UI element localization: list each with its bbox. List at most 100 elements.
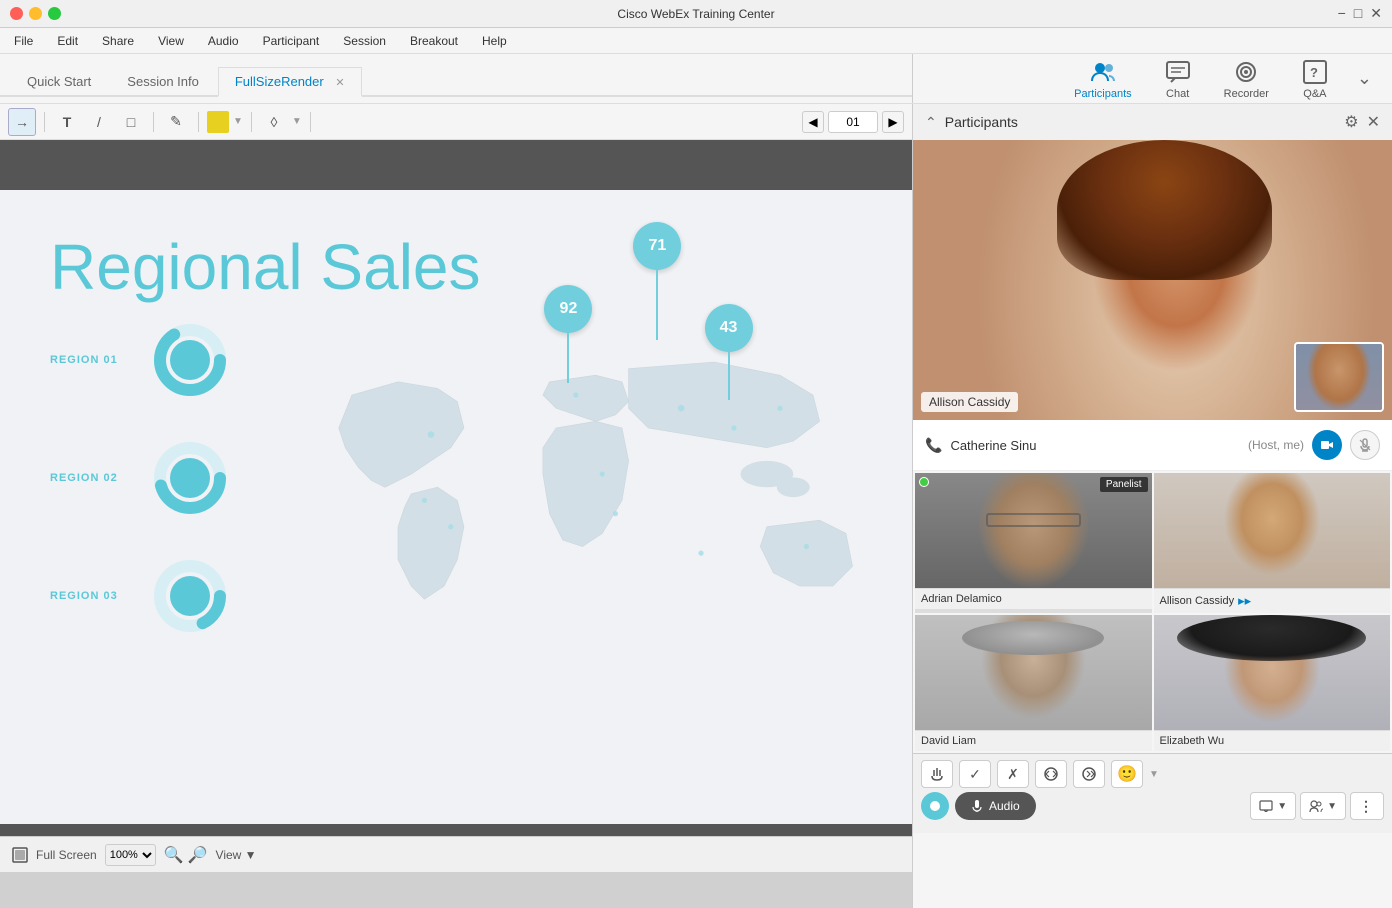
slow-down-button[interactable] (1035, 760, 1067, 788)
host-video-button[interactable] (1312, 430, 1342, 460)
raise-hand-button[interactable] (921, 760, 953, 788)
minimize-icon[interactable]: − (1338, 5, 1346, 22)
participant-name-david: David Liam (915, 730, 1152, 751)
slide-inner: Regional Sales REGION 01 92% (0, 190, 912, 824)
participant-video-adrian: Panelist (915, 473, 1152, 588)
zoom-in-button[interactable]: 🔎 (188, 845, 208, 865)
regions-column: REGION 01 92% REGION 02 (50, 320, 230, 674)
panel-close-icon[interactable]: ✕ (1367, 112, 1380, 132)
tab-fullsize-render[interactable]: FullSizeRender ✕ (218, 67, 362, 97)
zoom-select[interactable]: 100% 75% 125% 150% (105, 844, 156, 866)
fullscreen-label[interactable]: Full Screen (36, 848, 97, 862)
region-01-donut: 92% (150, 320, 230, 400)
pin-bubble-71: 71 (633, 222, 681, 270)
tab-quick-start[interactable]: Quick Start (10, 67, 108, 95)
share-button[interactable] (921, 792, 949, 820)
tab-close-icon[interactable]: ✕ (335, 77, 344, 89)
eraser-dropdown[interactable]: ▼ (292, 116, 302, 127)
panel-title: Participants (945, 114, 1337, 130)
traffic-lights[interactable] (10, 7, 61, 20)
arrow-tool[interactable]: → (8, 108, 36, 136)
divider3 (198, 112, 199, 132)
region-03-row: REGION 03 43% (50, 556, 230, 636)
menu-file[interactable]: File (10, 32, 37, 50)
more-options-button[interactable]: ⋮ (1350, 792, 1384, 820)
page-number-input[interactable] (828, 111, 878, 133)
video-area: Allison Cassidy (913, 140, 1392, 420)
menu-view[interactable]: View (154, 32, 188, 50)
panel-settings-icon[interactable]: ⚙ (1344, 112, 1358, 132)
participant-tile-adrian: Panelist Adrian Delamico (915, 473, 1152, 613)
speed-up-button[interactable] (1073, 760, 1105, 788)
region-01-row: REGION 01 92% (50, 320, 230, 400)
pen-tool[interactable]: ✎ (162, 108, 190, 136)
restore-icon[interactable]: □ (1354, 5, 1362, 22)
expand-tools-button[interactable]: ⌄ (1357, 68, 1372, 89)
close-button[interactable] (10, 7, 23, 20)
top-panel-tools: Participants Chat Recorder (912, 54, 1392, 103)
text-tool[interactable]: T (53, 108, 81, 136)
next-page-button[interactable]: ▶ (882, 111, 904, 133)
divider (44, 112, 45, 132)
eraser-tool[interactable]: ◊ (260, 108, 288, 136)
close-icon[interactable]: ✕ (1370, 5, 1382, 22)
zoom-out-button[interactable]: 🔍 (164, 845, 184, 865)
region-01-value: 92% (176, 352, 204, 368)
participants-tool-button[interactable]: Participants (1062, 54, 1143, 104)
menu-bar: File Edit Share View Audio Participant S… (0, 28, 1392, 54)
recorder-tool-button[interactable]: Recorder (1212, 54, 1281, 104)
region-02-donut: 71% (150, 438, 230, 518)
x-button[interactable]: ✗ (997, 760, 1029, 788)
line-tool[interactable]: / (85, 108, 113, 136)
menu-share[interactable]: Share (98, 32, 138, 50)
rect-tool[interactable]: □ (117, 108, 145, 136)
menu-session[interactable]: Session (339, 32, 390, 50)
region-01-label: REGION 01 (50, 354, 130, 366)
chat-tool-button[interactable]: Chat (1152, 54, 1204, 104)
small-video (1294, 342, 1384, 412)
fullscreen-icon (12, 847, 28, 863)
audio-button[interactable]: Audio (955, 792, 1036, 820)
host-mic-button[interactable] (1350, 430, 1380, 460)
maximize-button[interactable] (48, 7, 61, 20)
menu-help[interactable]: Help (478, 32, 511, 50)
menu-edit[interactable]: Edit (53, 32, 82, 50)
region-02-value: 71% (176, 470, 204, 486)
map-pin-71: 71 (633, 222, 681, 340)
phone-icon: 📞 (925, 437, 942, 454)
top-toolbar: Quick Start Session Info FullSizeRender … (0, 54, 1392, 104)
participant-tile-allison: Allison Cassidy ▸▸ (1154, 473, 1391, 613)
svg-text:?: ? (1310, 65, 1318, 80)
view-button[interactable]: View ▼ (216, 848, 257, 862)
fill-tool[interactable] (207, 111, 229, 133)
window-controls[interactable]: − □ ✕ (1338, 5, 1382, 22)
chat-icon (1164, 58, 1192, 86)
qa-tool-button[interactable]: ? Q&A (1289, 54, 1341, 104)
map-pin-92: 92 (544, 285, 592, 383)
panelist-badge-adrian: Panelist (1100, 477, 1148, 492)
region-02-label: REGION 02 (50, 472, 130, 484)
region-02-row: REGION 02 71% (50, 438, 230, 518)
menu-audio[interactable]: Audio (204, 32, 243, 50)
recorder-icon (1232, 58, 1260, 86)
host-name: Catherine Sinu (950, 438, 1240, 453)
region-03-label: REGION 03 (50, 590, 130, 602)
participants-count-button[interactable]: ▼ (1300, 792, 1346, 820)
emoji-dropdown[interactable]: ▼ (1149, 769, 1159, 780)
menu-participant[interactable]: Participant (259, 32, 324, 50)
tab-session-info[interactable]: Session Info (110, 67, 216, 95)
emoji-button[interactable]: 🙂 (1111, 760, 1143, 788)
prev-page-button[interactable]: ◀ (802, 111, 824, 133)
participant-video-allison (1154, 473, 1391, 588)
participant-tile-david: David Liam (915, 615, 1152, 751)
minimize-button[interactable] (29, 7, 42, 20)
check-button[interactable]: ✓ (959, 760, 991, 788)
menu-breakout[interactable]: Breakout (406, 32, 462, 50)
fill-dropdown[interactable]: ▼ (233, 116, 243, 127)
right-panel: Allison Cassidy 📞 Catherine Sinu (Host, … (912, 140, 1392, 908)
pin-line-92 (567, 333, 569, 383)
share-screen-button[interactable]: ▼ (1250, 792, 1296, 820)
action-row-bottom: Audio ▼ (921, 792, 1384, 820)
panel-collapse-button[interactable]: ⌃ (925, 114, 937, 131)
host-row: 📞 Catherine Sinu (Host, me) (913, 420, 1392, 471)
